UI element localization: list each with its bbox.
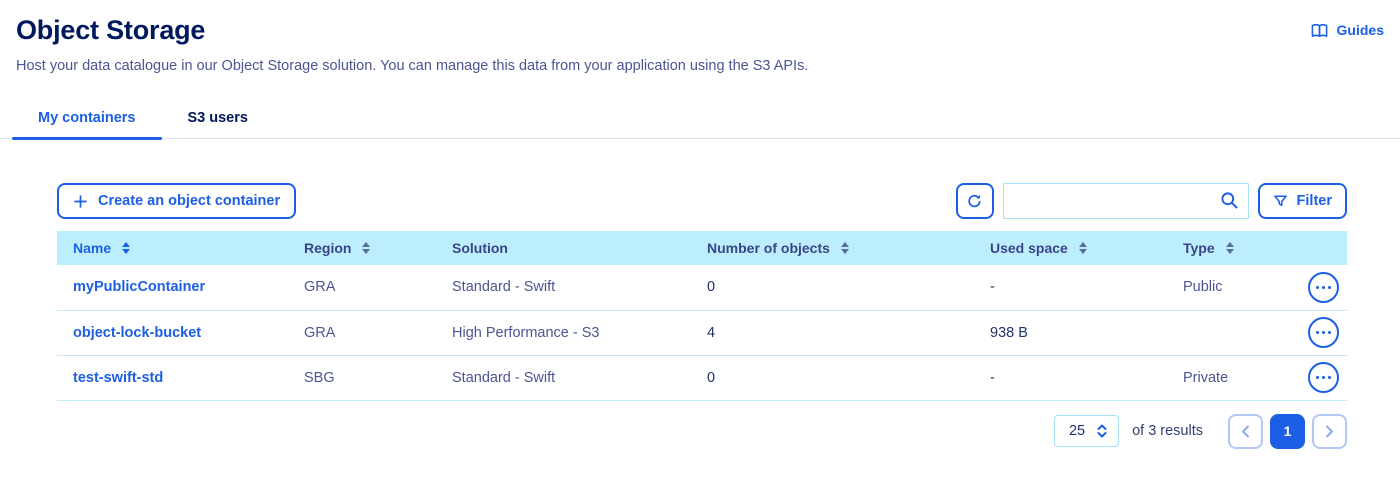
page-subtitle: Host your data catalogue in our Object S… <box>16 58 1384 74</box>
tab-bar: My containers S3 users <box>0 101 1400 139</box>
sort-icon <box>1079 242 1087 254</box>
book-icon <box>1311 23 1328 38</box>
column-header-solution: Solution <box>452 231 707 265</box>
row-actions-button[interactable] <box>1308 362 1339 393</box>
container-type <box>1183 310 1303 355</box>
container-solution: High Performance - S3 <box>452 310 707 355</box>
container-used-space: - <box>990 355 1183 400</box>
refresh-button[interactable] <box>956 183 994 219</box>
container-objects: 0 <box>707 265 990 310</box>
create-container-button[interactable]: Create an object container <box>57 183 296 219</box>
pagination: 25 of 3 results 1 <box>57 414 1347 449</box>
pager: 1 <box>1228 414 1347 449</box>
column-header-used-space[interactable]: Used space <box>990 231 1183 265</box>
ellipsis-icon <box>1316 331 1319 335</box>
page-size-select[interactable]: 25 <box>1054 415 1119 447</box>
filter-label: Filter <box>1297 193 1332 209</box>
container-name-link[interactable]: object-lock-bucket <box>57 310 304 355</box>
plus-icon <box>73 194 88 209</box>
column-header-type[interactable]: Type <box>1183 231 1303 265</box>
container-region: SBG <box>304 355 452 400</box>
container-name-link[interactable]: myPublicContainer <box>57 265 304 310</box>
container-objects: 0 <box>707 355 990 400</box>
container-name-link[interactable]: test-swift-std <box>57 355 304 400</box>
up-down-chevrons-icon <box>1096 424 1108 438</box>
container-region: GRA <box>304 265 452 310</box>
chevron-right-icon <box>1325 425 1334 438</box>
page-size-value: 25 <box>1069 423 1085 439</box>
container-type: Public <box>1183 265 1303 310</box>
row-actions-button[interactable] <box>1308 272 1339 303</box>
next-page-button[interactable] <box>1312 414 1347 449</box>
row-actions-button[interactable] <box>1308 317 1339 348</box>
guides-label: Guides <box>1337 22 1384 38</box>
create-container-label: Create an object container <box>98 193 280 209</box>
search-box <box>1003 183 1249 219</box>
ellipsis-icon <box>1316 286 1319 290</box>
search-input[interactable] <box>1003 183 1249 219</box>
column-header-name[interactable]: Name <box>57 231 304 265</box>
results-count: of 3 results <box>1132 423 1203 439</box>
container-objects: 4 <box>707 310 990 355</box>
toolbar-right: Filter <box>956 183 1347 219</box>
sort-icon <box>1226 242 1234 254</box>
column-header-actions <box>1303 231 1347 265</box>
container-used-space: - <box>990 265 1183 310</box>
container-used-space: 938 B <box>990 310 1183 355</box>
funnel-icon <box>1273 194 1288 209</box>
table-row: object-lock-bucket GRA High Performance … <box>57 310 1347 355</box>
container-solution: Standard - Swift <box>452 265 707 310</box>
ellipsis-icon <box>1316 376 1319 380</box>
table-header-row: Name Region Solution Number of objects <box>57 231 1347 265</box>
page-header: Object Storage Guides Host your data cat… <box>0 0 1400 74</box>
container-solution: Standard - Swift <box>452 355 707 400</box>
chevron-left-icon <box>1241 425 1250 438</box>
guides-link[interactable]: Guides <box>1311 22 1384 38</box>
toolbar: Create an object container <box>57 183 1347 219</box>
sort-icon <box>122 242 130 254</box>
tab-my-containers[interactable]: My containers <box>12 101 162 138</box>
column-header-region[interactable]: Region <box>304 231 452 265</box>
container-region: GRA <box>304 310 452 355</box>
page-title: Object Storage <box>16 14 1384 46</box>
container-type: Private <box>1183 355 1303 400</box>
refresh-icon <box>966 193 983 210</box>
containers-panel: Create an object container <box>57 183 1347 449</box>
column-header-objects[interactable]: Number of objects <box>707 231 990 265</box>
table-row: test-swift-std SBG Standard - Swift 0 - … <box>57 355 1347 400</box>
sort-icon <box>362 242 370 254</box>
previous-page-button[interactable] <box>1228 414 1263 449</box>
filter-button[interactable]: Filter <box>1258 183 1347 219</box>
containers-table: Name Region Solution Number of objects <box>57 231 1347 401</box>
sort-icon <box>841 242 849 254</box>
table-row: myPublicContainer GRA Standard - Swift 0… <box>57 265 1347 310</box>
page-1-button[interactable]: 1 <box>1270 414 1305 449</box>
tab-s3-users[interactable]: S3 users <box>162 101 274 138</box>
